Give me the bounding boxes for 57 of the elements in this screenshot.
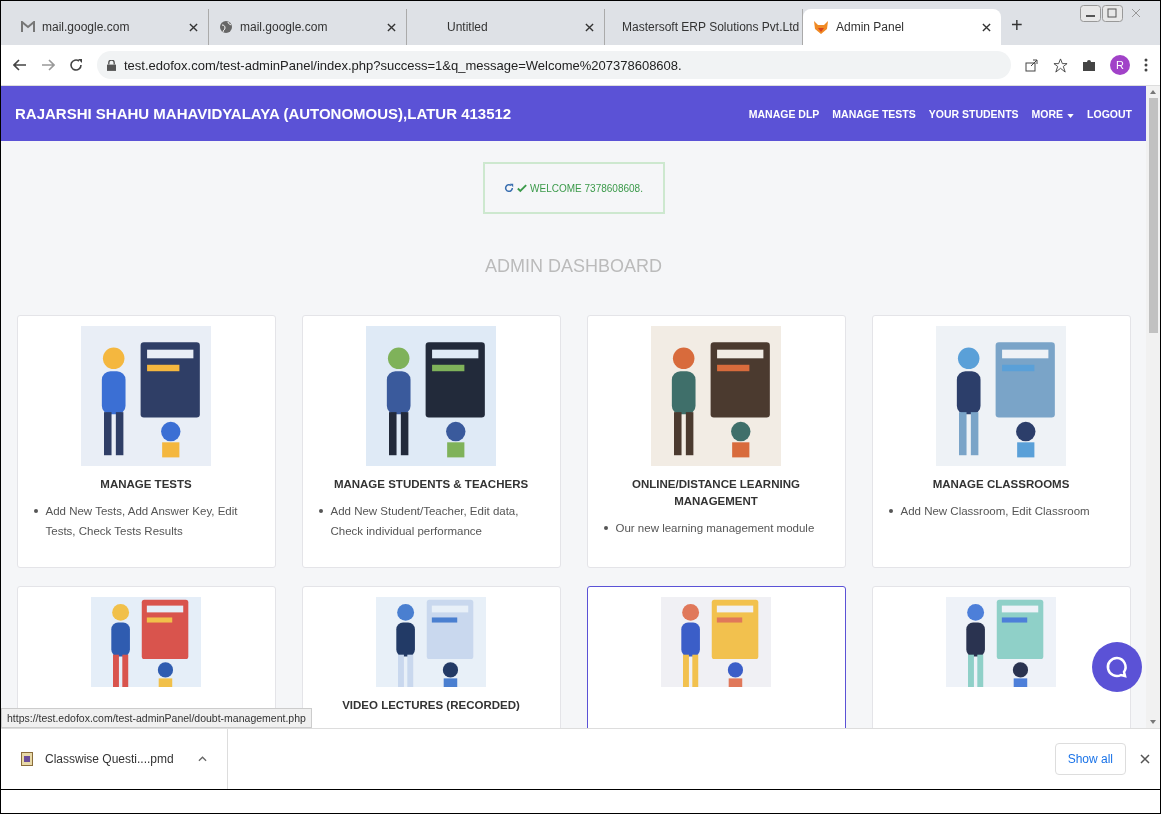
card-description: Add New Tests, Add Answer Key, Edit Tests, Check Tests Results (45, 504, 239, 539)
star-icon[interactable] (1053, 57, 1068, 73)
card-description: Our new learning management module (615, 521, 815, 536)
dashboard-card[interactable]: MANAGE CLASSROOMS Add New Classroom, Edit Classroom (871, 315, 1131, 568)
card-description: Add New Student/Teacher, Edit data, Check individual performance (330, 504, 520, 539)
scroll-down-icon[interactable] (1150, 720, 1156, 724)
url-tooltip: https://test.edofox.com/test-adminPanel/doubt-management.php (1, 708, 312, 728)
card-title: ONLINE/DISTANCE LEARNING MANAGEMENT (631, 477, 801, 509)
back-icon[interactable] (13, 59, 27, 71)
card-title: VIDEO LECTURES (RECORDED) (342, 698, 520, 713)
forward-icon[interactable] (41, 59, 55, 71)
scroll-thumb[interactable] (1148, 98, 1158, 333)
bullet-icon (888, 509, 893, 513)
card-title: MANAGE STUDENTS & TEACHERS (333, 477, 529, 492)
globe-icon (219, 20, 233, 34)
puzzle-icon[interactable] (1082, 58, 1096, 72)
bullet-icon (318, 509, 323, 513)
nav-link[interactable]: YOUR STUDENTS (928, 107, 1019, 120)
caret-icon[interactable] (197, 756, 207, 762)
scroll-up-icon[interactable] (1150, 90, 1156, 94)
profile-avatar[interactable]: R (1110, 55, 1130, 75)
lock-icon (107, 59, 116, 71)
dashboard-card[interactable]: MANAGE STUDENTS & TEACHERS Add New Student/Teacher, Edit data, Check individual performance (301, 315, 561, 568)
nav-link[interactable]: LOGOUT (1087, 107, 1132, 120)
nav-link[interactable]: MORE (1031, 107, 1075, 120)
site-title[interactable]: RAJARSHI SHAHU MAHAVIDYALAYA (AUTONOMOUS),LATUR 413512 (15, 105, 512, 122)
file-icon (21, 752, 33, 766)
show-all-button[interactable]: Show all (1054, 743, 1126, 775)
dashboard-card[interactable]: MANAGE TESTS Add New Tests, Add Answer Key, Edit Tests, Check Tests Results (16, 315, 276, 568)
card-title: MANAGE TESTS (100, 477, 192, 492)
nav-link[interactable]: MANAGE TESTS (832, 107, 916, 120)
share-icon[interactable] (1025, 58, 1039, 72)
new-tab-button[interactable]: + (1011, 14, 1023, 37)
bullet-icon (33, 509, 38, 513)
close-icon[interactable] (585, 22, 594, 32)
dashboard-card[interactable]: ONLINE/DISTANCE LEARNING MANAGEMENT Our new learning management module (586, 315, 846, 568)
check-icon (517, 183, 528, 193)
dashboard-title: ADMIN DASHBOARD (485, 256, 662, 277)
nav-link[interactable]: MANAGE DLP (748, 107, 820, 120)
close-icon[interactable] (387, 22, 396, 32)
close-icon[interactable] (189, 22, 198, 32)
close-icon[interactable] (982, 22, 991, 32)
download-item[interactable]: Classwise Questi....pmd (11, 729, 228, 789)
close-icon[interactable] (1140, 754, 1150, 764)
chat-icon (1105, 655, 1129, 679)
welcome-message: WELCOME 7378608608. (530, 182, 643, 194)
address-field[interactable]: test.edofox.com/test-adminPanel/index.php?success=1&q_message=Welcome%207378608608. (97, 51, 1011, 79)
menu-icon[interactable] (1144, 58, 1148, 72)
reload-icon[interactable] (69, 58, 83, 72)
card-title: MANAGE CLASSROOMS (932, 477, 1070, 492)
scrollbar[interactable] (1146, 86, 1160, 728)
mail-icon (21, 21, 35, 33)
card-description: Add New Classroom, Edit Classroom (900, 504, 1090, 519)
browser-tab[interactable]: Admin Panel (803, 9, 1001, 45)
fox-icon (813, 20, 829, 34)
bullet-icon (603, 526, 608, 530)
refresh-icon (504, 183, 515, 193)
